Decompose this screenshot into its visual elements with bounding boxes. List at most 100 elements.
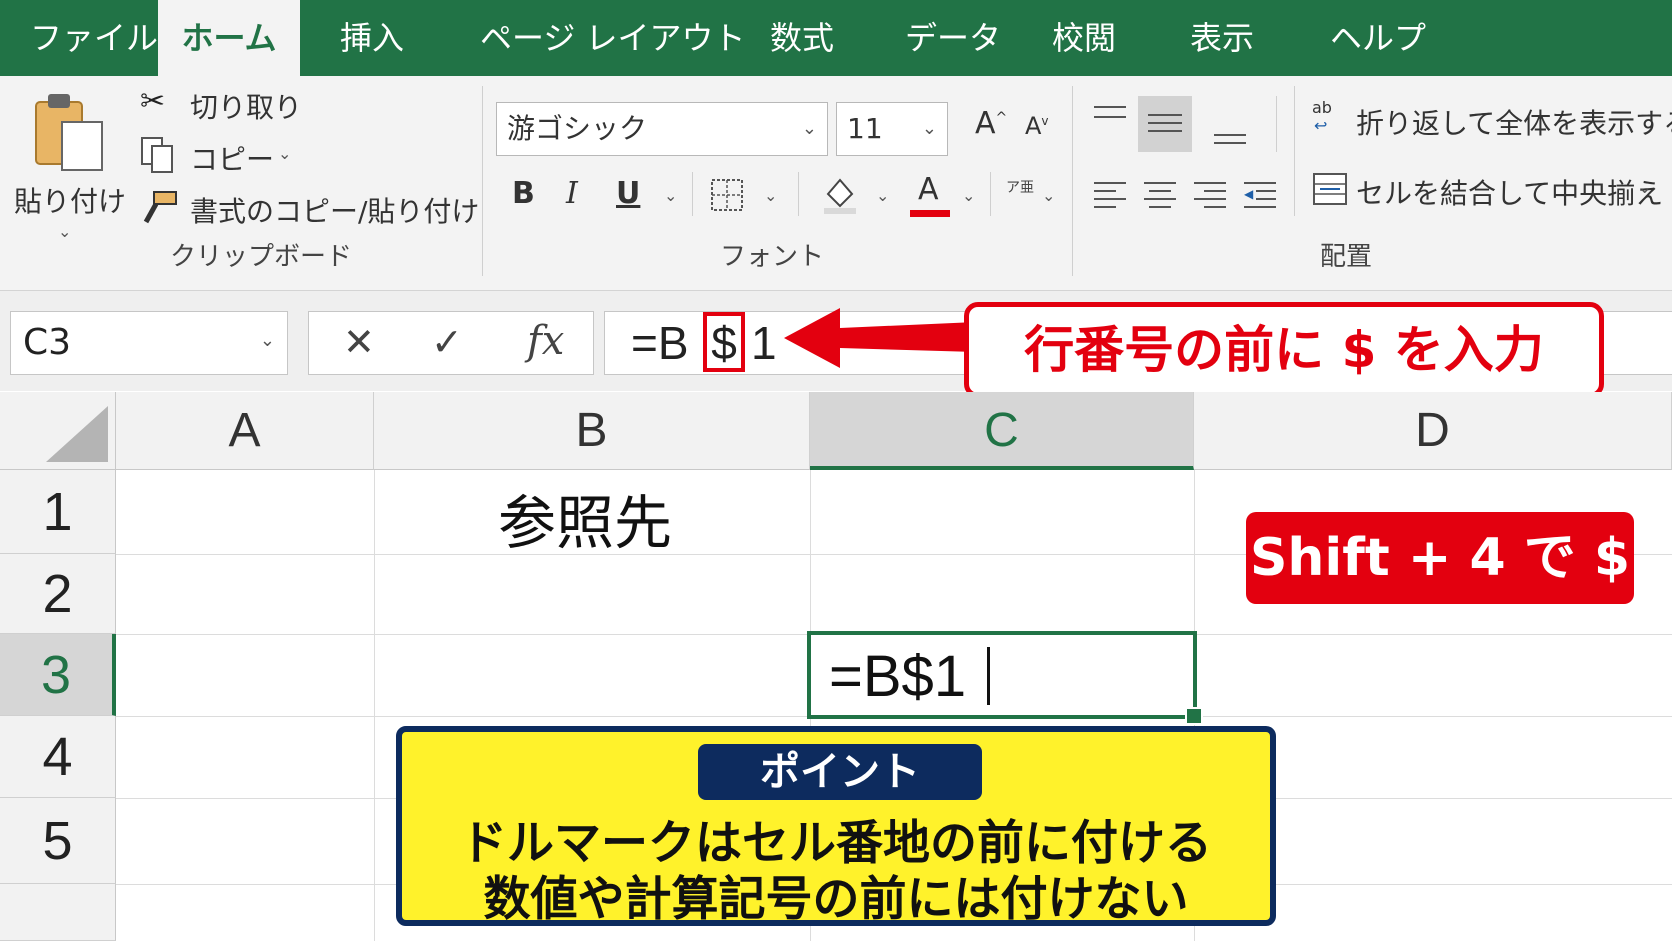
chevron-down-icon[interactable]: ⌄ (1042, 186, 1055, 205)
grow-font-icon: A (975, 106, 996, 141)
tab-help[interactable]: ヘルプ (1330, 0, 1426, 76)
row-header-4[interactable]: 4 (0, 716, 116, 798)
chevron-down-icon: ⌄ (921, 118, 937, 139)
chevron-down-icon: ⌄ (801, 118, 817, 139)
point-line-2: 数値や計算記号の前には付けない (483, 872, 1189, 927)
merge-cells-icon (1313, 173, 1347, 205)
column-header-b[interactable]: B (374, 392, 810, 470)
align-center-icon[interactable] (1144, 178, 1180, 214)
underline-button[interactable]: U (616, 176, 640, 211)
paste-button[interactable]: 貼り付け ⌄ (14, 88, 126, 241)
tab-review[interactable]: 校閲 (1052, 0, 1116, 76)
column-header-a[interactable]: A (116, 392, 374, 470)
tab-view[interactable]: 表示 (1190, 0, 1254, 76)
align-right-icon[interactable] (1194, 178, 1230, 214)
merge-center-label: セルを結合して中央揃え (1356, 177, 1664, 210)
align-left-icon[interactable] (1094, 178, 1130, 214)
clipboard-group-label: クリップボード (170, 242, 353, 272)
font-color-letter: A (918, 172, 939, 207)
select-all-button[interactable] (0, 392, 116, 470)
column-header-c[interactable]: C (810, 392, 1194, 470)
font-color-button[interactable]: A (910, 172, 950, 220)
tab-file[interactable]: ファイル (30, 0, 158, 76)
chevron-down-icon[interactable]: ⌄ (1638, 178, 1651, 197)
cell-c3-value: =B$1 (829, 644, 967, 709)
insert-function-icon[interactable]: fx (527, 318, 564, 364)
instruction-callout: 行番号の前に $ を入力 (964, 302, 1604, 398)
scissors-icon: ✂ (140, 84, 166, 119)
cell-b1[interactable]: 参照先 (498, 476, 672, 560)
arrow-icon (784, 308, 976, 368)
point-callout: ポイント ドルマークはセル番地の前に付ける 数値や計算記号の前には付けない (396, 726, 1276, 927)
chevron-down-icon: ⌄ (58, 222, 72, 241)
grow-font-button[interactable]: A^ (975, 106, 1007, 141)
paste-label: 貼り付け (14, 185, 127, 218)
chevron-down-icon[interactable]: ⌄ (664, 186, 677, 205)
group-divider (692, 172, 693, 216)
font-group-label: フォント (720, 242, 825, 272)
group-divider (990, 172, 991, 216)
wrap-text-label: 折り返して全体を表示する (1356, 107, 1672, 140)
tab-formulas[interactable]: 数式 (770, 0, 834, 76)
active-cell-c3[interactable]: =B$1 (807, 631, 1203, 725)
alignment-group-label: 配置 (1320, 242, 1373, 272)
font-color-swatch (910, 210, 950, 217)
column-header-d[interactable]: D (1194, 392, 1672, 470)
wrap-arrow-icon: ↩ (1314, 116, 1328, 135)
text-cursor (987, 647, 990, 705)
chevron-down-icon[interactable]: ⌄ (962, 186, 975, 205)
name-box[interactable]: C3 ⌄ (10, 311, 288, 375)
paintbrush-icon (143, 191, 177, 224)
phonetic-guide-icon[interactable]: ア亜 (1006, 180, 1034, 196)
group-divider (1072, 86, 1073, 276)
tab-insert[interactable]: 挿入 (340, 0, 404, 76)
ribbon-tab-bar: ファイル ホーム 挿入 ページ レイアウト 数式 データ 校閲 表示 ヘルプ (0, 0, 1672, 76)
align-top-icon[interactable] (1094, 100, 1130, 140)
italic-button[interactable]: I (566, 176, 578, 211)
format-painter-label: 書式のコピー/貼り付け (190, 195, 480, 228)
cut-label: 切り取り (190, 91, 303, 124)
indent-icon[interactable]: ◀ (1244, 178, 1280, 214)
font-size-value: 11 (847, 112, 883, 145)
group-divider (1294, 86, 1295, 216)
select-all-triangle-icon (46, 406, 108, 462)
borders-icon[interactable] (710, 178, 744, 212)
copy-label: コピー (190, 143, 275, 176)
row-header-3[interactable]: 3 (0, 634, 116, 716)
align-middle-icon[interactable] (1138, 96, 1192, 152)
chevron-down-icon[interactable]: ⌄ (764, 186, 777, 205)
fill-handle[interactable] (1185, 707, 1203, 725)
tab-data[interactable]: データ (905, 0, 1001, 76)
align-bottom-icon[interactable] (1214, 116, 1250, 156)
shortcut-callout: Shift + 4 で $ (1246, 512, 1634, 604)
formula-prefix: =B (631, 317, 689, 369)
formula-dollar-highlight: $ (703, 312, 745, 372)
tab-page-layout[interactable]: ページ レイアウト (480, 0, 746, 76)
row-header-6[interactable] (0, 884, 116, 941)
wrap-text-icon: ab (1312, 98, 1332, 117)
gridline (374, 470, 375, 941)
name-box-value: C3 (23, 322, 72, 363)
group-divider (482, 86, 483, 276)
cancel-icon[interactable]: ✕ (343, 320, 375, 364)
font-size-select[interactable]: 11 ⌄ (836, 102, 948, 156)
clipboard-icon (35, 94, 103, 171)
font-name-select[interactable]: 游ゴシック ⌄ (496, 102, 828, 156)
enter-icon[interactable]: ✓ (431, 320, 463, 364)
formula-controls: ✕ ✓ fx (308, 311, 594, 375)
font-name-value: 游ゴシック (507, 112, 648, 145)
chevron-down-icon[interactable]: ⌄ (876, 186, 889, 205)
group-divider (1276, 96, 1277, 152)
chevron-down-icon[interactable]: ⌄ (278, 144, 291, 163)
formula-suffix: 1 (751, 317, 777, 369)
row-header-2[interactable]: 2 (0, 554, 116, 634)
row-header-1[interactable]: 1 (0, 470, 116, 554)
ribbon-home: 貼り付け ⌄ ✂ 切り取り コピー ⌄ 書式のコピー/貼り付け クリップボード … (0, 76, 1672, 291)
tab-home[interactable]: ホーム (158, 0, 300, 76)
fill-color-icon[interactable] (820, 174, 860, 216)
row-header-5[interactable]: 5 (0, 798, 116, 884)
group-divider (798, 172, 799, 216)
bold-button[interactable]: B (512, 176, 535, 211)
shrink-font-button[interactable]: Av (1025, 112, 1049, 140)
copy-icon (141, 137, 173, 173)
